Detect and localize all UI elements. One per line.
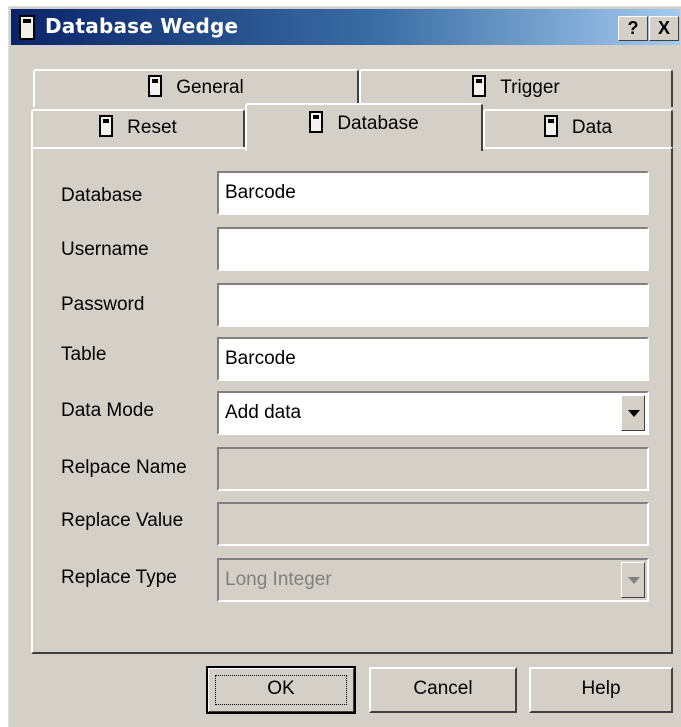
chevron-down-icon [628, 577, 640, 584]
data-mode-value: Add data [225, 402, 302, 423]
document-icon [472, 75, 487, 97]
app-icon [19, 15, 35, 40]
replace-type-value: Long Integer [225, 569, 332, 590]
replace-type-label: Replace Type [61, 567, 177, 588]
document-icon [99, 115, 114, 137]
document-icon [543, 115, 558, 137]
help-button-label: Help [581, 678, 621, 699]
tab-reset-label: Reset [127, 117, 177, 138]
document-icon [148, 75, 163, 97]
replace-type-select: Long Integer [217, 558, 649, 602]
help-button[interactable]: Help [529, 667, 673, 713]
tab-data[interactable]: Data [483, 109, 673, 147]
chevron-down-icon [628, 410, 640, 417]
tab-database[interactable]: Database [245, 103, 483, 151]
help-title-button[interactable]: ? [618, 16, 648, 41]
focus-rect [215, 675, 347, 705]
cancel-button-label: Cancel [413, 678, 473, 699]
tab-general-label: General [176, 77, 244, 98]
tab-trigger-label: Trigger [500, 77, 560, 98]
tab-reset[interactable]: Reset [31, 109, 245, 147]
tab-data-label: Data [571, 117, 613, 138]
replace-type-dropdown-button [621, 562, 645, 598]
replace-name-label: Relpace Name [61, 457, 187, 478]
database-label: Database [61, 185, 143, 206]
password-label: Password [61, 294, 145, 315]
data-mode-select[interactable]: Add data [217, 391, 649, 435]
database-input[interactable] [217, 171, 649, 215]
database-wedge-dialog: Database Wedge ? X General Trigger Reset… [8, 6, 681, 727]
data-mode-dropdown-button[interactable] [621, 395, 645, 431]
title-bar[interactable]: Database Wedge ? X [11, 9, 680, 45]
table-label: Table [61, 344, 107, 365]
tab-database-label: Database [337, 113, 419, 134]
table-input[interactable] [217, 337, 649, 381]
replace-name-input [217, 447, 649, 491]
ok-button[interactable]: OK [206, 666, 356, 714]
password-input[interactable] [217, 283, 649, 327]
window-title: Database Wedge [45, 14, 239, 38]
document-icon [309, 111, 324, 133]
cancel-button[interactable]: Cancel [369, 667, 517, 713]
tab-general[interactable]: General [33, 69, 359, 107]
username-label: Username [61, 239, 149, 260]
data-mode-label: Data Mode [61, 400, 154, 421]
replace-value-input [217, 502, 649, 546]
replace-value-label: Replace Value [61, 510, 184, 531]
username-input[interactable] [217, 227, 649, 271]
tab-trigger[interactable]: Trigger [359, 69, 673, 107]
close-button[interactable]: X [649, 16, 679, 41]
